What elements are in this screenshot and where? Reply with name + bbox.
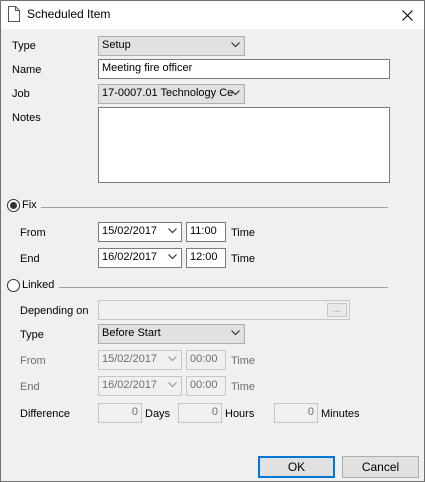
linked-end-date-value: 16/02/2017 [102, 379, 158, 391]
cancel-button[interactable]: Cancel [342, 456, 419, 478]
fix-end-date-picker[interactable]: 16/02/2017 [98, 248, 182, 268]
difference-label: Difference [20, 408, 70, 420]
hours-input[interactable]: 0 [178, 403, 222, 423]
notes-textarea[interactable] [98, 107, 390, 183]
hours-label: Hours [225, 408, 255, 420]
job-label: Job [12, 88, 30, 100]
notes-label: Notes [12, 112, 41, 124]
name-input[interactable]: Meeting fire officer [98, 59, 390, 79]
dialog-window: Scheduled Item Type Setup Name Meeting f… [0, 0, 425, 482]
chevron-down-icon [168, 356, 177, 362]
type-select[interactable]: Setup [98, 36, 245, 56]
window-title: Scheduled Item [27, 7, 111, 21]
fix-end-date-value: 16/02/2017 [102, 251, 158, 263]
days-label: Days [145, 408, 171, 420]
chevron-down-icon [231, 330, 240, 336]
linked-radio[interactable] [7, 279, 20, 292]
fix-end-time-label: Time [231, 253, 256, 265]
linked-from-date-value: 15/02/2017 [102, 353, 158, 365]
linked-end-time-label: Time [231, 381, 256, 393]
job-select[interactable]: 17-0007.01 Technology Ce [98, 84, 245, 104]
linked-type-select[interactable]: Before Start [98, 324, 245, 344]
type-select-value: Setup [102, 39, 131, 51]
minutes-input[interactable]: 0 [274, 403, 318, 423]
fix-end-time-input[interactable]: 12:00 [186, 248, 226, 268]
chevron-down-icon [168, 228, 177, 234]
fix-from-date-picker[interactable]: 15/02/2017 [98, 222, 182, 242]
depending-on-input[interactable]: ... [98, 300, 350, 320]
minutes-label: Minutes [321, 408, 360, 420]
chevron-down-icon [231, 90, 240, 96]
linked-label: Linked [22, 279, 55, 291]
linked-divider [59, 287, 388, 288]
ok-button[interactable]: OK [258, 456, 335, 478]
fix-from-time-input[interactable]: 11:00 [186, 222, 226, 242]
title-bar: Scheduled Item [1, 1, 424, 29]
fix-label: Fix [22, 199, 37, 211]
close-button[interactable] [390, 1, 424, 29]
fix-from-label: From [20, 227, 46, 239]
linked-end-label: End [20, 381, 40, 393]
linked-end-time-input[interactable]: 00:00 [186, 376, 226, 396]
fix-divider [41, 207, 388, 208]
linked-from-time-input[interactable]: 00:00 [186, 350, 226, 370]
close-icon [401, 9, 413, 21]
fix-radio[interactable] [7, 199, 20, 212]
linked-from-time-label: Time [231, 355, 256, 367]
linked-type-select-value: Before Start [102, 327, 161, 339]
linked-from-date-picker[interactable]: 15/02/2017 [98, 350, 182, 370]
chevron-down-icon [168, 382, 177, 388]
days-input[interactable]: 0 [98, 403, 142, 423]
depending-on-label: Depending on [20, 305, 89, 317]
linked-from-label: From [20, 355, 46, 367]
fix-end-label: End [20, 253, 40, 265]
job-select-value: 17-0007.01 Technology Ce [102, 87, 234, 99]
linked-type-label: Type [20, 329, 44, 341]
document-icon [8, 6, 20, 22]
name-label: Name [12, 64, 42, 76]
depending-on-browse-button[interactable]: ... [327, 303, 347, 317]
chevron-down-icon [231, 42, 240, 48]
fix-from-time-label: Time [231, 227, 256, 239]
linked-end-date-picker[interactable]: 16/02/2017 [98, 376, 182, 396]
type-label: Type [12, 40, 36, 52]
chevron-down-icon [168, 254, 177, 260]
fix-from-date-value: 15/02/2017 [102, 225, 158, 237]
